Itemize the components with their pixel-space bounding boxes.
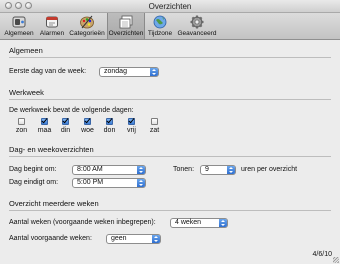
preferences-toolbar: Algemeen Alarmen Categorieën Overzichten… [0, 13, 340, 40]
weeks-count-label: Aantal weken (voorgaande weken inbegrepe… [9, 219, 156, 226]
views-icon [119, 15, 133, 29]
section-divider [9, 210, 331, 211]
resize-grip-icon[interactable] [333, 257, 339, 263]
tab-overzichten[interactable]: Overzichten [107, 13, 145, 39]
hours-shown-value: 9 [205, 166, 209, 173]
section-title-multiweek: Overzicht meerdere weken [9, 199, 99, 208]
day-label-woe: woe [81, 127, 94, 134]
tab-label: Geavanceerd [177, 30, 217, 37]
chevron-updown-icon [219, 219, 227, 227]
section-title-workweek: Werkweek [9, 88, 44, 97]
chevron-updown-icon [137, 166, 145, 174]
day-label-zon: zon [15, 127, 28, 134]
day-label-din: din [60, 127, 71, 134]
checkbox-vrij[interactable] [128, 118, 135, 125]
version-label: 4/6/10 [312, 251, 332, 258]
chevron-updown-icon [227, 166, 235, 174]
first-day-select[interactable]: zondag [99, 67, 159, 77]
chevron-updown-icon [137, 179, 145, 187]
day-end-value: 5:00 PM [77, 179, 104, 186]
section-divider [9, 99, 331, 100]
checkbox-woe[interactable] [84, 118, 91, 125]
tab-geavanceerd[interactable]: Geavanceerd [177, 13, 217, 39]
day-start-select[interactable]: 8:00 AM [72, 165, 146, 175]
previous-weeks-select[interactable]: geen [106, 234, 161, 244]
gear-icon [190, 15, 204, 29]
day-label-zat: zat [149, 127, 160, 134]
day-label-vrij: vrij [127, 127, 136, 134]
day-end-label: Dag eindigt om: [9, 179, 59, 186]
checkbox-zon[interactable] [18, 118, 25, 125]
day-label-don: don [103, 127, 116, 134]
tab-label: Alarmen [39, 30, 65, 37]
day-start-label: Dag begint om: [9, 166, 57, 173]
chevron-updown-icon [152, 235, 160, 243]
hours-per-view-label: uren per overzicht [241, 166, 298, 173]
checkbox-maa[interactable] [41, 118, 48, 125]
first-day-label: Eerste dag van de week: [9, 68, 87, 75]
section-divider [9, 156, 331, 157]
tab-label: Tijdzone [147, 30, 173, 37]
alarm-clock-icon [46, 16, 58, 28]
tab-label: Overzichten [108, 30, 144, 37]
day-label-maa: maa [37, 127, 52, 134]
previous-weeks-label: Aantal voorgaande weken: [9, 235, 92, 242]
window-title: Overzichten [148, 2, 192, 11]
hours-shown-select[interactable]: 9 [200, 165, 236, 175]
section-title-day-week-views: Dag- en weekoverzichten [9, 145, 94, 154]
switch-icon [12, 16, 26, 28]
preferences-window: Overzichten Algemeen Alarmen Categorieën… [0, 0, 340, 264]
show-label: Tonen: [173, 166, 195, 173]
checkbox-zat[interactable] [151, 118, 158, 125]
palette-icon [80, 15, 94, 29]
first-day-value: zondag [104, 68, 127, 75]
day-end-select[interactable]: 5:00 PM [72, 178, 146, 188]
day-start-value: 8:00 AM [77, 166, 103, 173]
checkbox-din[interactable] [62, 118, 69, 125]
workweek-contains-label: De werkweek bevat de volgende dagen: [9, 107, 134, 114]
section-title-general: Algemeen [9, 46, 43, 55]
tab-alarmen[interactable]: Alarmen [37, 13, 67, 39]
tab-categorieen[interactable]: Categorieën [68, 13, 106, 39]
tab-label: Categorieën [69, 30, 105, 37]
weeks-count-select[interactable]: 4 weken [170, 218, 228, 228]
globe-icon [153, 15, 167, 29]
tab-algemeen[interactable]: Algemeen [2, 13, 36, 39]
checkbox-don[interactable] [106, 118, 113, 125]
tab-label: Algemeen [4, 30, 34, 37]
weeks-count-value: 4 weken [175, 219, 202, 226]
previous-weeks-value: geen [111, 235, 127, 242]
tab-tijdzone[interactable]: Tijdzone [144, 13, 176, 39]
title-bar[interactable]: Overzichten [0, 0, 340, 13]
section-divider [9, 57, 331, 58]
chevron-updown-icon [150, 68, 158, 76]
